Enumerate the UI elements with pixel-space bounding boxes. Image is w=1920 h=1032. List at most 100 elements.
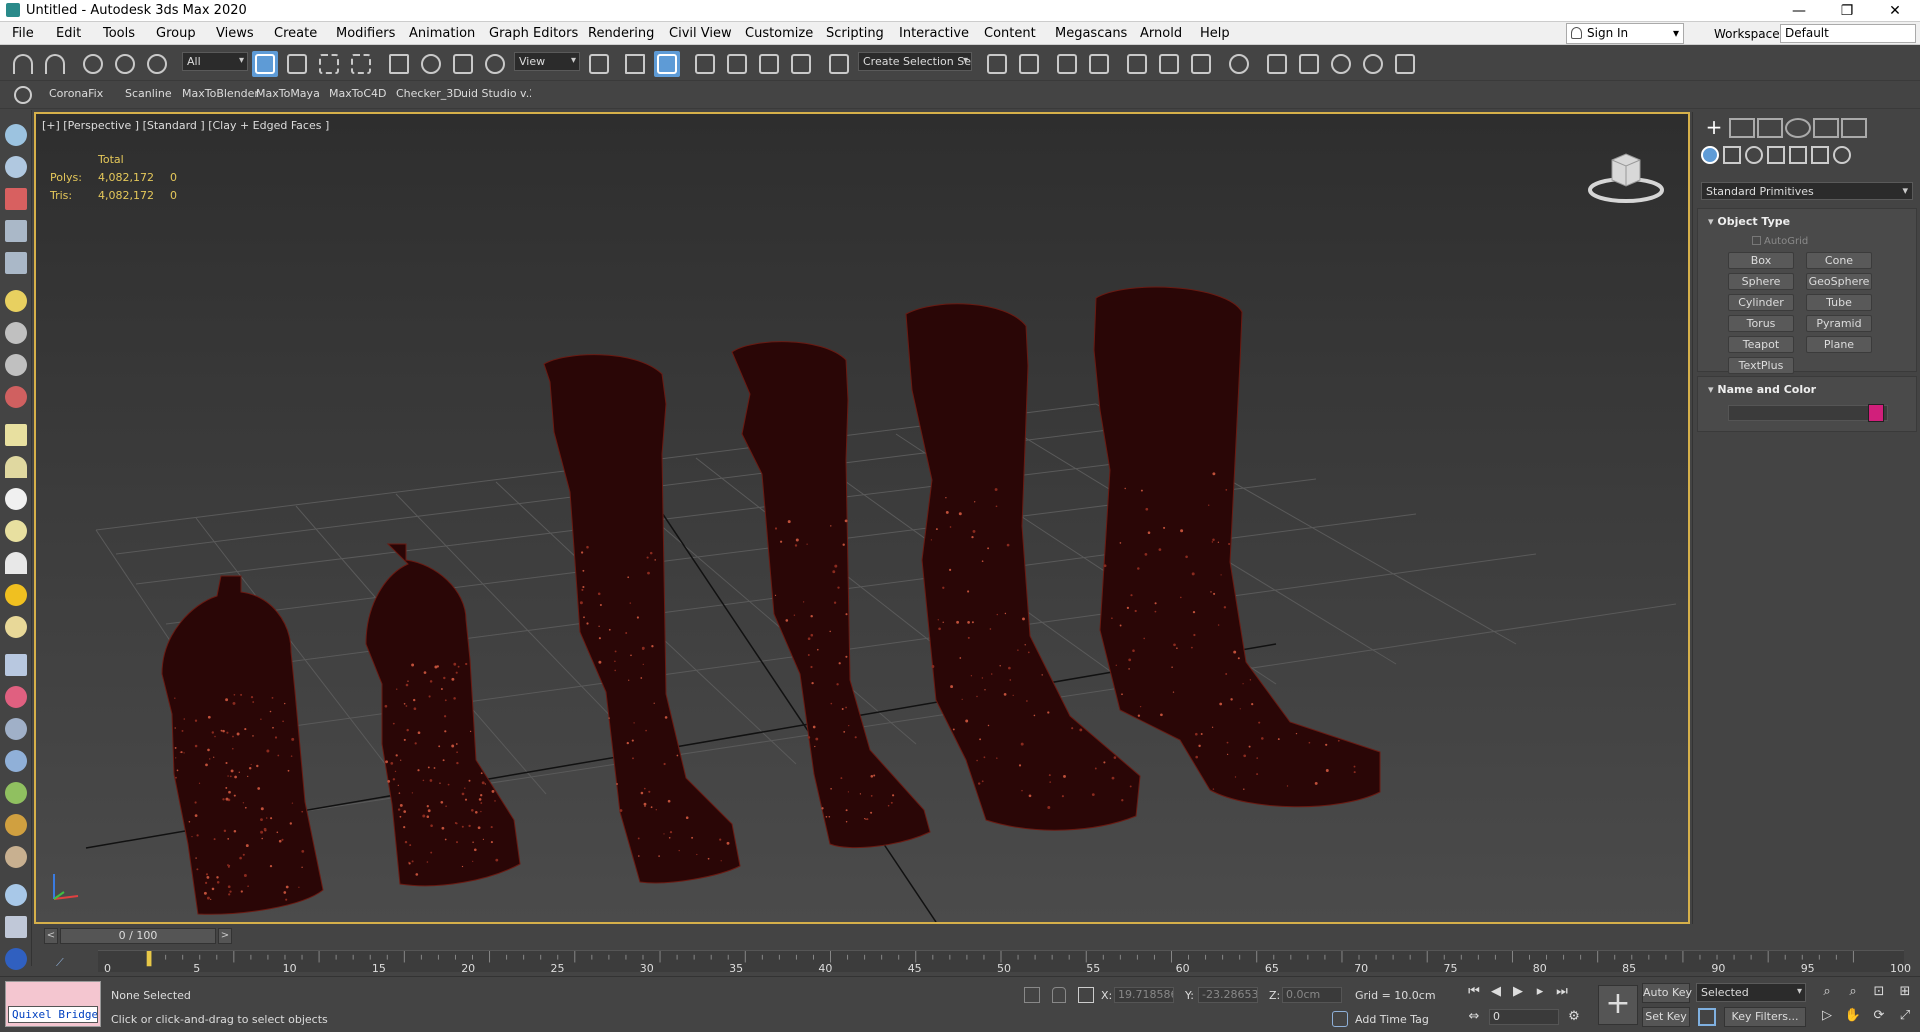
menu-graph-editors[interactable]: Graph Editors — [489, 26, 578, 41]
display-tab-icon[interactable] — [1813, 118, 1839, 138]
boot-model-3[interactable] — [543, 354, 741, 884]
maximize-button[interactable]: ❐ — [1824, 0, 1870, 22]
mirror-icon[interactable] — [984, 51, 1010, 77]
next-frame-icon[interactable]: ▸ — [1531, 983, 1549, 1001]
motion-tab-icon[interactable] — [1785, 118, 1811, 138]
boot-model-4[interactable] — [731, 341, 931, 849]
pivot-center-icon[interactable] — [586, 51, 612, 77]
cone-icon[interactable] — [5, 552, 27, 574]
menu-help[interactable]: Help — [1200, 26, 1230, 41]
boot-model-2[interactable] — [365, 543, 521, 887]
menu-customize[interactable]: Customize — [745, 26, 813, 41]
add-time-tag[interactable]: Add Time Tag — [1355, 1013, 1429, 1026]
workspaces-select[interactable]: Default — [1780, 24, 1916, 43]
create-tab-plus-icon[interactable]: + — [1701, 117, 1727, 138]
time-configuration-icon[interactable]: ⚙ — [1565, 1008, 1583, 1026]
key-mode-dropdown[interactable]: Selected — [1696, 983, 1806, 1002]
sign-in-button[interactable]: Sign In ▾ — [1566, 23, 1684, 44]
schematic-view-icon[interactable] — [1188, 51, 1214, 77]
zoom-extents-all-icon[interactable]: ⊞ — [1896, 983, 1914, 1001]
menu-megascans[interactable]: Megascans — [1055, 26, 1127, 41]
reference-coordinate-dropdown[interactable]: View — [514, 52, 580, 71]
sun-icon[interactable] — [5, 584, 27, 606]
key-mode-toggle-icon[interactable]: ⇔ — [1465, 1008, 1483, 1026]
particles-icon[interactable] — [5, 686, 27, 708]
previous-frame-icon[interactable]: ◀ — [1487, 983, 1505, 1001]
field-of-view-icon[interactable]: ▷ — [1818, 1007, 1836, 1025]
script-icon[interactable] — [5, 916, 27, 938]
orbit-icon[interactable]: ⟳ — [1870, 1007, 1888, 1025]
unlink-icon[interactable] — [112, 51, 138, 77]
x-coord-field[interactable]: 19.718586 — [1114, 987, 1174, 1003]
render-icon[interactable] — [5, 188, 27, 210]
perspective-viewport[interactable]: [+] [Perspective ] [Standard ] [Clay + E… — [34, 112, 1690, 924]
grass-icon[interactable] — [5, 782, 27, 804]
render-production-icon[interactable] — [1328, 51, 1354, 77]
keyboard-shortcut-override-icon[interactable] — [654, 51, 680, 77]
zoom-extents-icon[interactable]: ⊡ — [1870, 983, 1888, 1001]
window-crossing-icon[interactable] — [348, 51, 374, 77]
selection-filter-dropdown[interactable]: All — [182, 52, 248, 71]
populate-icon[interactable] — [5, 124, 27, 146]
material-editor-icon[interactable] — [1226, 51, 1252, 77]
table-icon[interactable] — [5, 252, 27, 274]
pan-view-icon[interactable]: ✋ — [1844, 1007, 1862, 1025]
selection-lock-icon[interactable] — [1052, 987, 1066, 1003]
z-coord-field[interactable]: 0.0cm — [1282, 987, 1342, 1003]
isolate-selection-icon[interactable] — [1024, 987, 1040, 1003]
maximize-viewport-icon[interactable]: ⤢ — [1896, 1007, 1914, 1025]
key-icon[interactable] — [1698, 1008, 1716, 1026]
percent-snap-icon[interactable] — [756, 51, 782, 77]
zoom-icon[interactable]: ⌕ — [1818, 983, 1836, 1001]
go-to-end-icon[interactable]: ⏭ — [1553, 983, 1571, 1001]
select-object-icon[interactable] — [252, 51, 278, 77]
systems-icon[interactable] — [1833, 146, 1851, 164]
shapes-icon[interactable] — [1723, 146, 1741, 164]
toggle-ribbon-icon[interactable] — [1124, 51, 1150, 77]
lights-icon[interactable] — [1745, 146, 1763, 164]
set-key-button[interactable]: Set Key — [1642, 1007, 1690, 1027]
corona-icon[interactable] — [14, 86, 32, 104]
hierarchy-tab-icon[interactable] — [1757, 118, 1783, 138]
align-icon[interactable] — [1016, 51, 1042, 77]
box-button[interactable]: Box — [1728, 252, 1794, 269]
menu-views[interactable]: Views — [216, 26, 254, 41]
plugin-maxtomaya[interactable]: MaxToMaya — [256, 87, 320, 100]
menu-content[interactable]: Content — [984, 26, 1036, 41]
viewcube-icon[interactable] — [1586, 146, 1666, 206]
placement-icon[interactable] — [482, 51, 508, 77]
select-by-name-icon[interactable] — [284, 51, 310, 77]
rendered-frame-window-icon[interactable] — [1296, 51, 1322, 77]
cloth-icon[interactable] — [5, 718, 27, 740]
boot-model-6[interactable] — [1093, 286, 1381, 808]
select-manipulate-icon[interactable] — [622, 51, 648, 77]
redo-icon[interactable] — [42, 51, 68, 77]
maxscript-icon[interactable] — [5, 948, 27, 970]
menu-scripting[interactable]: Scripting — [826, 26, 884, 41]
plugin-coronafix[interactable]: CoronaFix — [49, 87, 103, 100]
menu-create[interactable]: Create — [274, 26, 317, 41]
render-setup-icon[interactable] — [1264, 51, 1290, 77]
object-name-field[interactable] — [1728, 405, 1888, 421]
quixel-bridge-panel[interactable]: Quixel Bridge — [5, 981, 101, 1027]
angle-snap-icon[interactable] — [724, 51, 750, 77]
curve-editor-icon[interactable] — [1156, 51, 1182, 77]
menu-civil-view[interactable]: Civil View — [669, 26, 732, 41]
tube-button[interactable]: Tube — [1806, 294, 1872, 311]
object-category-dropdown[interactable]: Standard Primitives — [1701, 182, 1913, 200]
quixel-bridge-label[interactable]: Quixel Bridge — [8, 1006, 98, 1023]
cylinder-button[interactable]: Cylinder — [1728, 294, 1794, 311]
play-icon[interactable]: ▶ — [1509, 983, 1527, 1001]
cloud-icon[interactable] — [5, 156, 27, 178]
undo-icon[interactable] — [10, 51, 36, 77]
textplus-button[interactable]: TextPlus — [1728, 357, 1794, 374]
camera-icon[interactable] — [5, 386, 27, 408]
menu-interactive[interactable]: Interactive — [899, 26, 969, 41]
key-filters-button[interactable]: Key Filters... — [1724, 1007, 1806, 1027]
boot-model-1[interactable] — [161, 575, 324, 915]
sky-icon[interactable] — [5, 616, 27, 638]
helper-icon[interactable] — [5, 322, 27, 344]
go-to-start-icon[interactable]: ⏮ — [1465, 983, 1483, 1001]
plugin-checker-3d[interactable]: Checker_3D — [396, 87, 462, 100]
menu-edit[interactable]: Edit — [56, 26, 81, 41]
